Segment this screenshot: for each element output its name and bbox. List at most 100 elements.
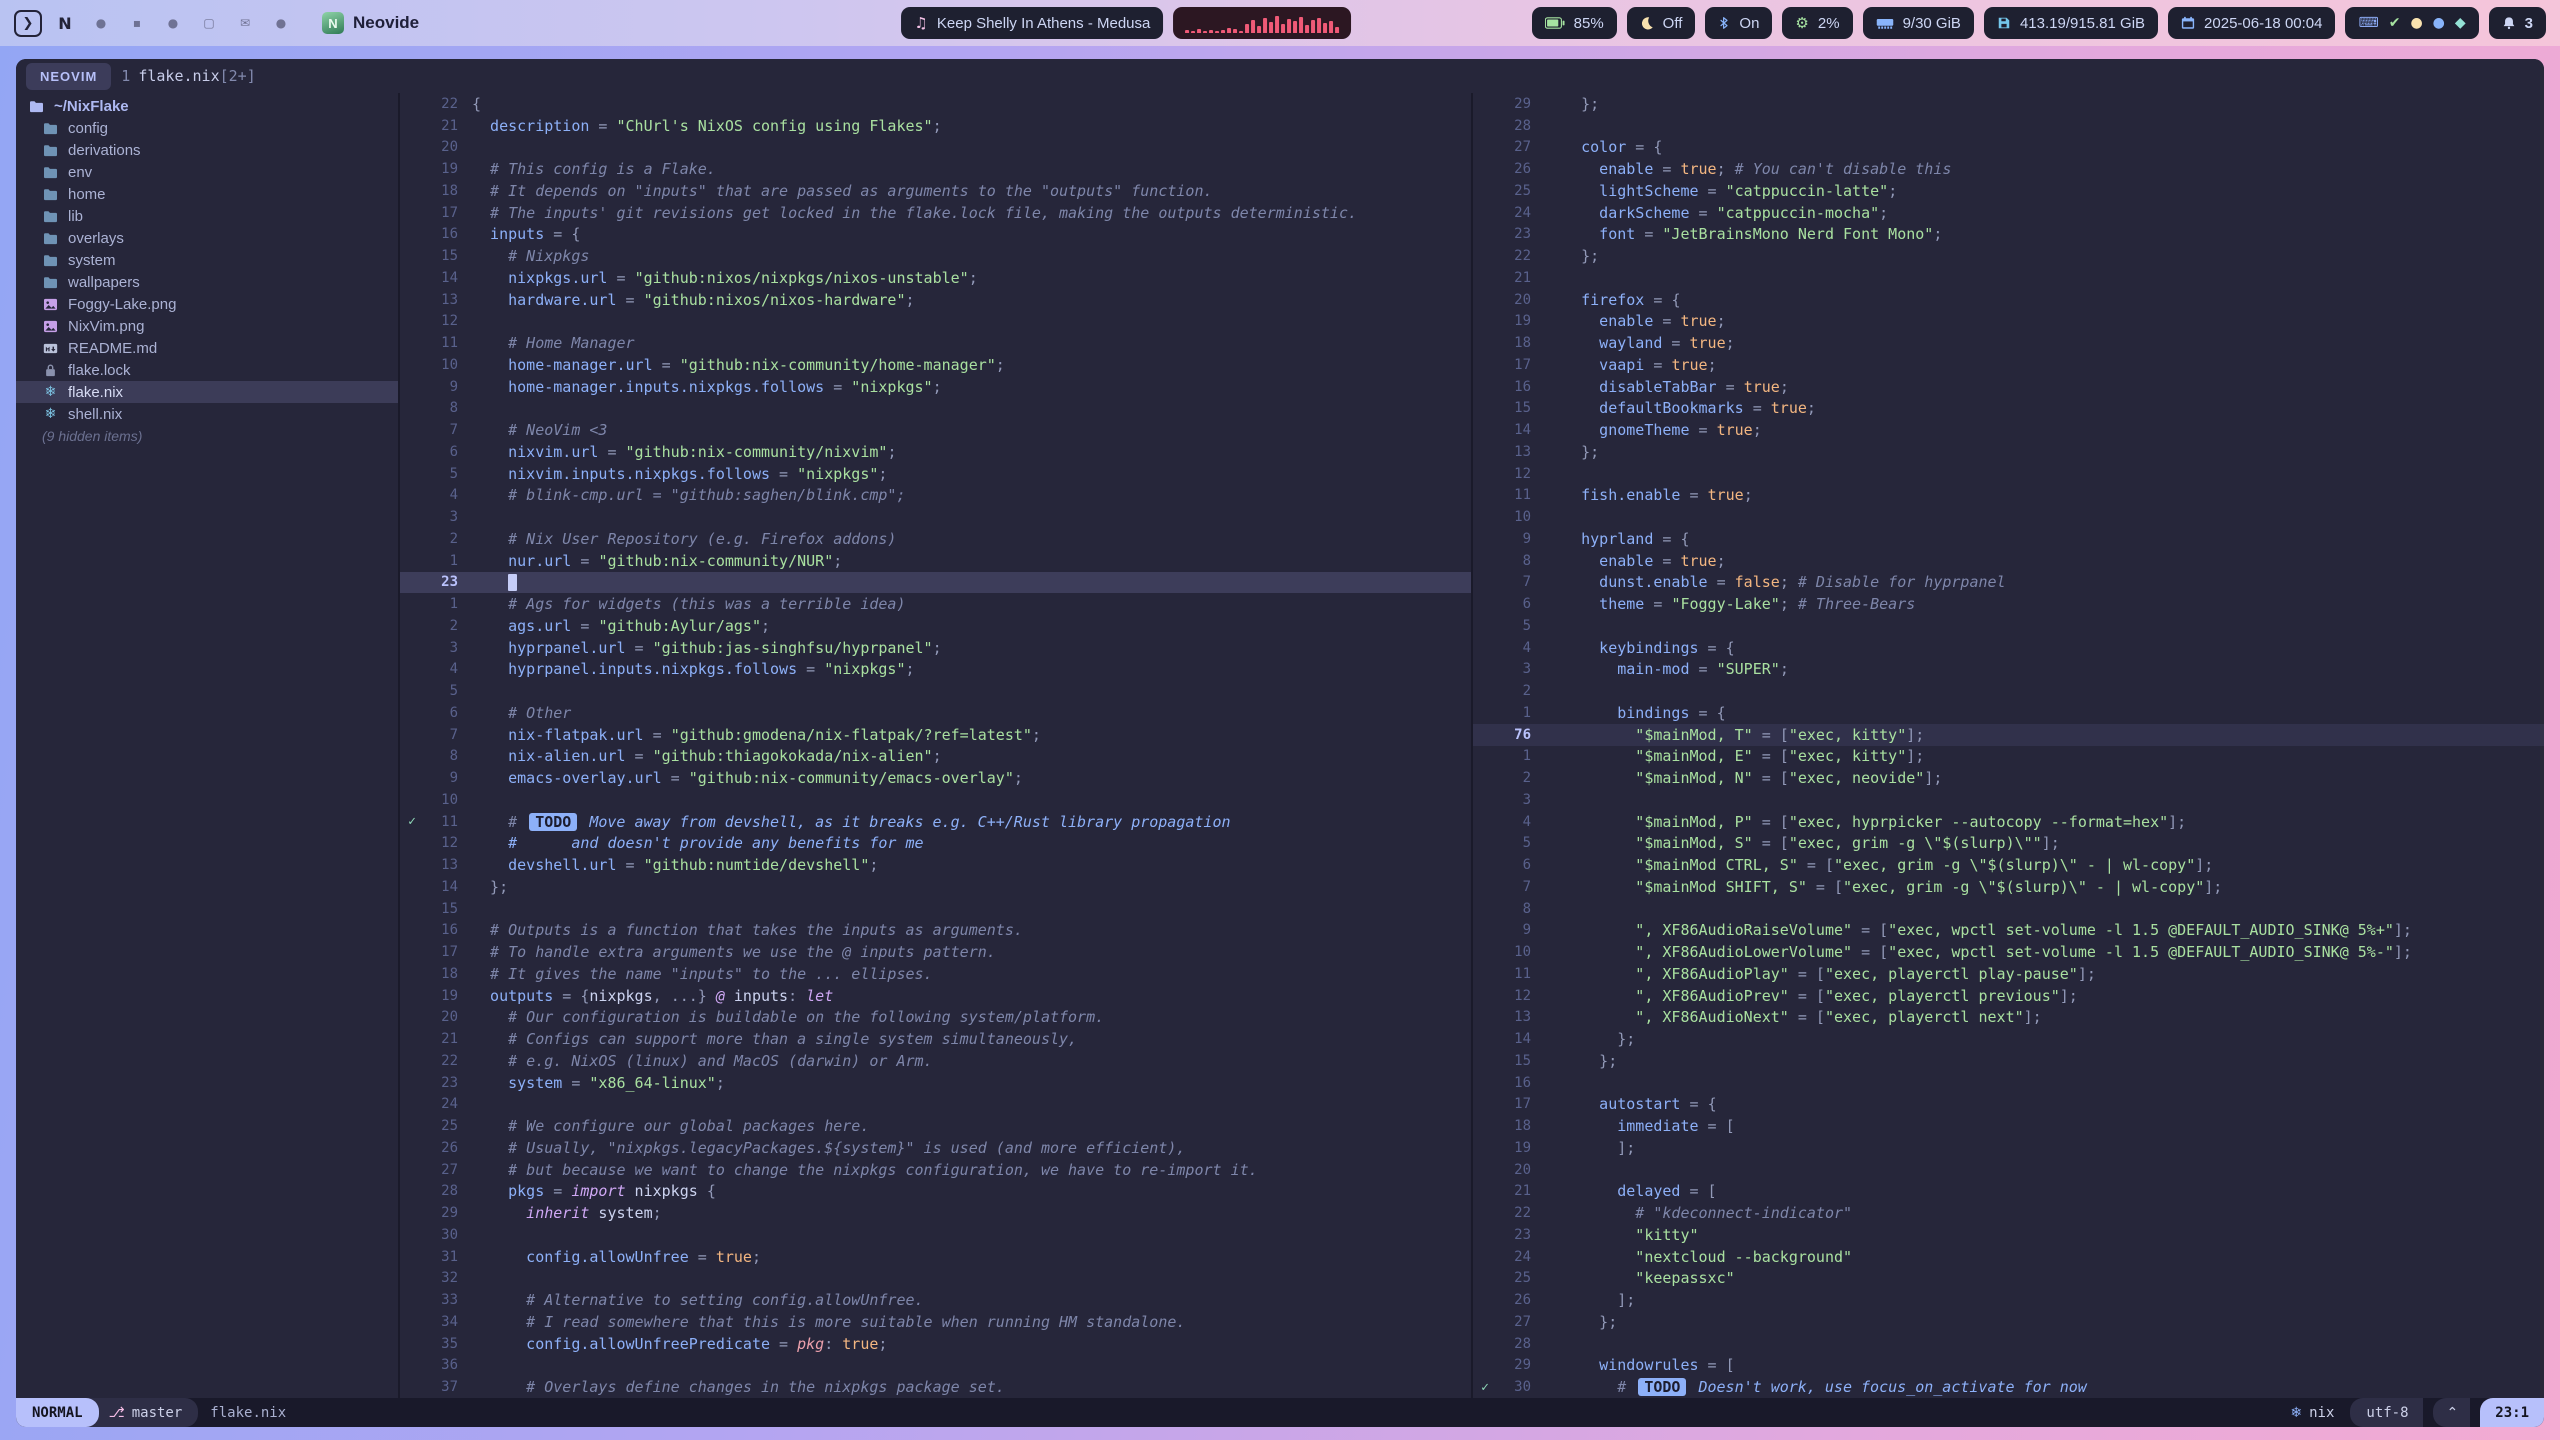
tree-item-overlays[interactable]: overlays <box>16 227 398 249</box>
tree-item-flake.nix[interactable]: ❄flake.nix <box>16 381 398 403</box>
code-line[interactable]: 9 home-manager.inputs.nixpkgs.follows = … <box>400 376 1471 398</box>
code-line[interactable]: 6 nixvim.url = "github:nix-community/nix… <box>400 441 1471 463</box>
code-line[interactable]: 2 "$mainMod, N" = ["exec, neovide"]; <box>1473 767 2544 789</box>
code-line[interactable]: 18 wayland = true; <box>1473 332 2544 354</box>
memory-pill[interactable]: 9/30 GiB <box>1863 7 1974 39</box>
code-line[interactable]: 9 ", XF86AudioRaiseVolume" = ["exec, wpc… <box>1473 920 2544 942</box>
workspace-8[interactable]: ● <box>268 9 294 37</box>
code-line[interactable]: 11 fish.enable = true; <box>1473 485 2544 507</box>
code-line[interactable]: 9 emacs-overlay.url = "github:nix-commun… <box>400 767 1471 789</box>
tree-item-shell.nix[interactable]: ❄shell.nix <box>16 403 398 425</box>
workspace-3[interactable]: ● <box>88 9 114 37</box>
code-line[interactable]: 21 description = "ChUrl's NixOS config u… <box>400 115 1471 137</box>
code-line[interactable]: 18 # It gives the name "inputs" to the .… <box>400 963 1471 985</box>
code-line[interactable]: 33 # Alternative to setting config.allow… <box>400 1289 1471 1311</box>
code-line[interactable]: 76 "$mainMod, T" = ["exec, kitty"]; <box>1473 724 2544 746</box>
workspace-5[interactable]: ● <box>160 9 186 37</box>
code-line[interactable]: 10 <box>1473 506 2544 528</box>
workspace-terminal[interactable]: ❯ <box>14 10 42 37</box>
tree-item-system[interactable]: system <box>16 249 398 271</box>
code-line[interactable]: 5 <box>1473 615 2544 637</box>
code-line[interactable]: 36 <box>400 1355 1471 1377</box>
tree-item-flake.lock[interactable]: flake.lock <box>16 359 398 381</box>
code-line[interactable]: 3 hyprpanel.url = "github:jas-singhfsu/h… <box>400 637 1471 659</box>
code-line[interactable]: 27 # but because we want to change the n… <box>400 1159 1471 1181</box>
code-line[interactable]: 6 # Other <box>400 702 1471 724</box>
code-line[interactable]: 29 }; <box>1473 93 2544 115</box>
code-line[interactable]: 4 keybindings = { <box>1473 637 2544 659</box>
code-line[interactable]: 18 immediate = [ <box>1473 1115 2544 1137</box>
night-light-pill[interactable]: Off <box>1627 7 1696 39</box>
tray-diamond-icon[interactable]: ◆ <box>2455 16 2466 30</box>
code-line[interactable]: 14 gnomeTheme = true; <box>1473 419 2544 441</box>
code-line[interactable]: 28 <box>1473 115 2544 137</box>
code-line[interactable]: 14 nixpkgs.url = "github:nixos/nixpkgs/n… <box>400 267 1471 289</box>
code-line[interactable]: 11 ", XF86AudioPlay" = ["exec, playerctl… <box>1473 963 2544 985</box>
code-line[interactable]: 17 autostart = { <box>1473 1094 2544 1116</box>
code-line[interactable]: 19 # This config is a Flake. <box>400 158 1471 180</box>
code-line[interactable]: 13 }; <box>1473 441 2544 463</box>
code-line[interactable]: 4 "$mainMod, P" = ["exec, hyprpicker --a… <box>1473 811 2544 833</box>
code-line[interactable]: 2 ags.url = "github:Aylur/ags"; <box>400 615 1471 637</box>
code-line[interactable]: 15 }; <box>1473 1050 2544 1072</box>
code-line[interactable]: 13 ", XF86AudioNext" = ["exec, playerctl… <box>1473 1007 2544 1029</box>
editor-pane-left[interactable]: 22{ 21 description = "ChUrl's NixOS conf… <box>400 93 1473 1398</box>
code-line[interactable]: 22 }; <box>1473 245 2544 267</box>
editor-pane-right[interactable]: 29 }; 28 27 color = { 26 enable = true; … <box>1473 93 2544 1398</box>
bluetooth-pill[interactable]: On <box>1705 7 1772 39</box>
code-line[interactable]: 5 nixvim.inputs.nixpkgs.follows = "nixpk… <box>400 463 1471 485</box>
code-line[interactable]: 20 <box>400 137 1471 159</box>
code-line[interactable]: 1 # Ags for widgets (this was a terrible… <box>400 593 1471 615</box>
code-line[interactable]: 4 hyprpanel.inputs.nixpkgs.follows = "ni… <box>400 659 1471 681</box>
code-line[interactable]: 15 defaultBookmarks = true; <box>1473 398 2544 420</box>
cpu-pill[interactable]: ⚙2% <box>1782 7 1852 39</box>
code-line[interactable]: 4 # blink-cmp.url = "github:saghen/blink… <box>400 485 1471 507</box>
code-line[interactable]: 8 <box>400 398 1471 420</box>
code-line[interactable]: 29 windowrules = [ <box>1473 1355 2544 1377</box>
tree-root[interactable]: ~/NixFlake <box>16 95 398 117</box>
code-line[interactable]: 7 dunst.enable = false; # Disable for hy… <box>1473 572 2544 594</box>
tray-keyboard-icon[interactable]: ⌨ <box>2358 16 2378 30</box>
tray-dot-blue-icon[interactable]: ● <box>2433 16 2445 30</box>
tree-item-NixVim.png[interactable]: NixVim.png <box>16 315 398 337</box>
code-line[interactable]: 12 <box>400 311 1471 333</box>
tray-check-icon[interactable]: ✔ <box>2389 16 2401 30</box>
code-line[interactable]: 1 bindings = { <box>1473 702 2544 724</box>
code-line[interactable]: 10 home-manager.url = "github:nix-commun… <box>400 354 1471 376</box>
code-line[interactable]: 12 ", XF86AudioPrev" = ["exec, playerctl… <box>1473 985 2544 1007</box>
code-line[interactable]: 16 disableTabBar = true; <box>1473 376 2544 398</box>
notifications-pill[interactable]: 3 <box>2489 7 2546 39</box>
code-line[interactable]: 26 ]; <box>1473 1289 2544 1311</box>
tree-item-derivations[interactable]: derivations <box>16 139 398 161</box>
code-line[interactable]: 8 <box>1473 898 2544 920</box>
code-line[interactable]: 7 nix-flatpak.url = "github:gmodena/nix-… <box>400 724 1471 746</box>
code-line[interactable]: 9 hyprland = { <box>1473 528 2544 550</box>
code-line[interactable]: 18 # It depends on "inputs" that are pas… <box>400 180 1471 202</box>
code-line[interactable]: 29 inherit system; <box>400 1202 1471 1224</box>
code-line[interactable]: 25 # We configure our global packages he… <box>400 1115 1471 1137</box>
code-line[interactable]: 23 "kitty" <box>1473 1224 2544 1246</box>
code-line[interactable]: 30 <box>400 1224 1471 1246</box>
code-line[interactable]: 34 # I read somewhere that this is more … <box>400 1311 1471 1333</box>
disk-pill[interactable]: 413.19/915.81 GiB <box>1984 7 2158 39</box>
code-line[interactable]: 23 system = "x86_64-linux"; <box>400 1072 1471 1094</box>
code-line[interactable]: 27 }; <box>1473 1311 2544 1333</box>
workspace-4[interactable]: ▪ <box>124 9 150 37</box>
code-line[interactable]: ✓11 # TODO Move away from devshell, as i… <box>400 811 1471 833</box>
code-line[interactable]: 13 devshell.url = "github:numtide/devshe… <box>400 854 1471 876</box>
code-line[interactable]: 24 "nextcloud --background" <box>1473 1246 2544 1268</box>
tree-item-README.md[interactable]: README.md <box>16 337 398 359</box>
workspace-neovim[interactable]: N <box>52 9 78 37</box>
tree-item-wallpapers[interactable]: wallpapers <box>16 271 398 293</box>
code-line[interactable]: 13 hardware.url = "github:nixos/nixos-ha… <box>400 289 1471 311</box>
code-line[interactable]: ✓30 # TODO Doesn't work, use focus_on_ac… <box>1473 1376 2544 1398</box>
code-line[interactable]: 5 <box>400 680 1471 702</box>
code-line[interactable]: 8 enable = true; <box>1473 550 2544 572</box>
code-line[interactable]: 20 <box>1473 1159 2544 1181</box>
tray-dot-yellow-icon[interactable]: ● <box>2410 16 2422 30</box>
tree-item-lib[interactable]: lib <box>16 205 398 227</box>
code-line[interactable]: 22 # "kdeconnect-indicator" <box>1473 1202 2544 1224</box>
code-line[interactable]: 15 <box>400 898 1471 920</box>
code-line[interactable]: 3 <box>400 506 1471 528</box>
code-line[interactable]: 6 theme = "Foggy-Lake"; # Three-Bears <box>1473 593 2544 615</box>
